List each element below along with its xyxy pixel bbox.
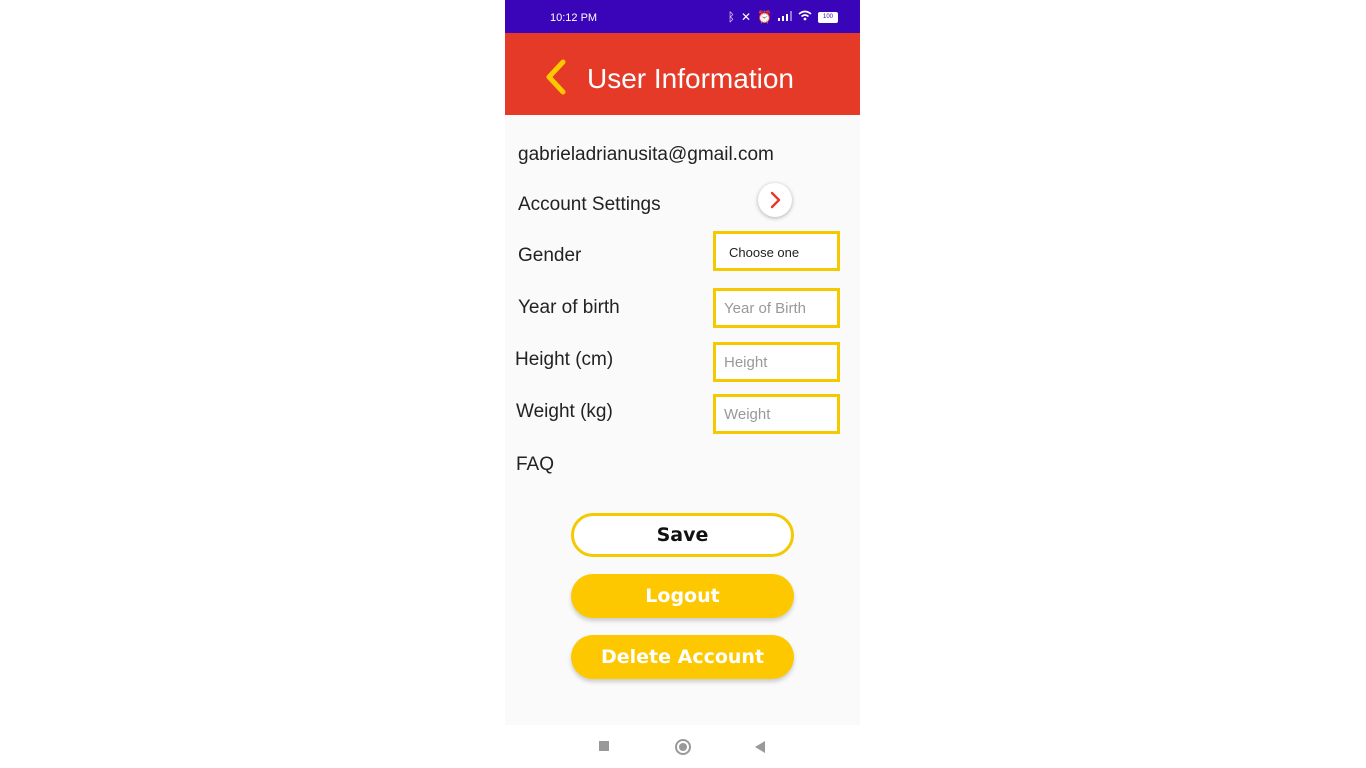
faq-link[interactable]: FAQ	[516, 454, 554, 476]
chevron-left-icon[interactable]	[541, 59, 569, 95]
app-bar: User Information	[505, 33, 860, 115]
back-triangle-icon[interactable]	[755, 741, 765, 753]
account-settings-label: Account Settings	[518, 194, 661, 215]
weight-input[interactable]	[716, 397, 834, 431]
recents-square-icon[interactable]	[599, 741, 609, 751]
year-of-birth-label: Year of birth	[518, 297, 620, 318]
wifi-icon	[798, 8, 812, 26]
account-settings-button[interactable]	[758, 183, 792, 217]
alarm-icon: ⏰	[757, 10, 772, 24]
gender-select[interactable]: Choose one	[713, 231, 840, 271]
weight-field-box	[713, 394, 840, 434]
height-input[interactable]	[716, 345, 834, 379]
gender-select-value: Choose one	[729, 245, 800, 260]
bluetooth-icon: ᛒ	[727, 10, 735, 24]
system-nav-bar	[505, 725, 860, 768]
home-circle-icon[interactable]	[675, 739, 691, 755]
status-time: 10:12 PM	[550, 12, 598, 24]
user-email: gabrieladrianusita@gmail.com	[518, 144, 774, 165]
signal-icon	[778, 8, 792, 26]
chevron-right-icon	[770, 191, 781, 209]
weight-label: Weight (kg)	[516, 401, 613, 422]
battery-icon: 100	[818, 11, 838, 23]
phone-screen: 10:12 PM ᛒ ✕ ⏰ 100 User Information gabr…	[505, 0, 860, 768]
page-title: User Information	[587, 63, 794, 94]
mute-icon: ✕	[740, 10, 752, 24]
year-of-birth-input[interactable]	[716, 291, 834, 325]
year-of-birth-field-box	[713, 288, 840, 328]
status-bar: 10:12 PM ᛒ ✕ ⏰ 100	[505, 0, 860, 33]
delete-account-button[interactable]: Delete Account	[571, 635, 794, 679]
height-label: Height (cm)	[515, 349, 614, 370]
save-button[interactable]: Save	[571, 513, 794, 557]
gender-label: Gender	[518, 245, 582, 266]
height-field-box	[713, 342, 840, 382]
status-icons: ᛒ ✕ ⏰ 100	[728, 10, 838, 24]
logout-button[interactable]: Logout	[571, 574, 794, 618]
